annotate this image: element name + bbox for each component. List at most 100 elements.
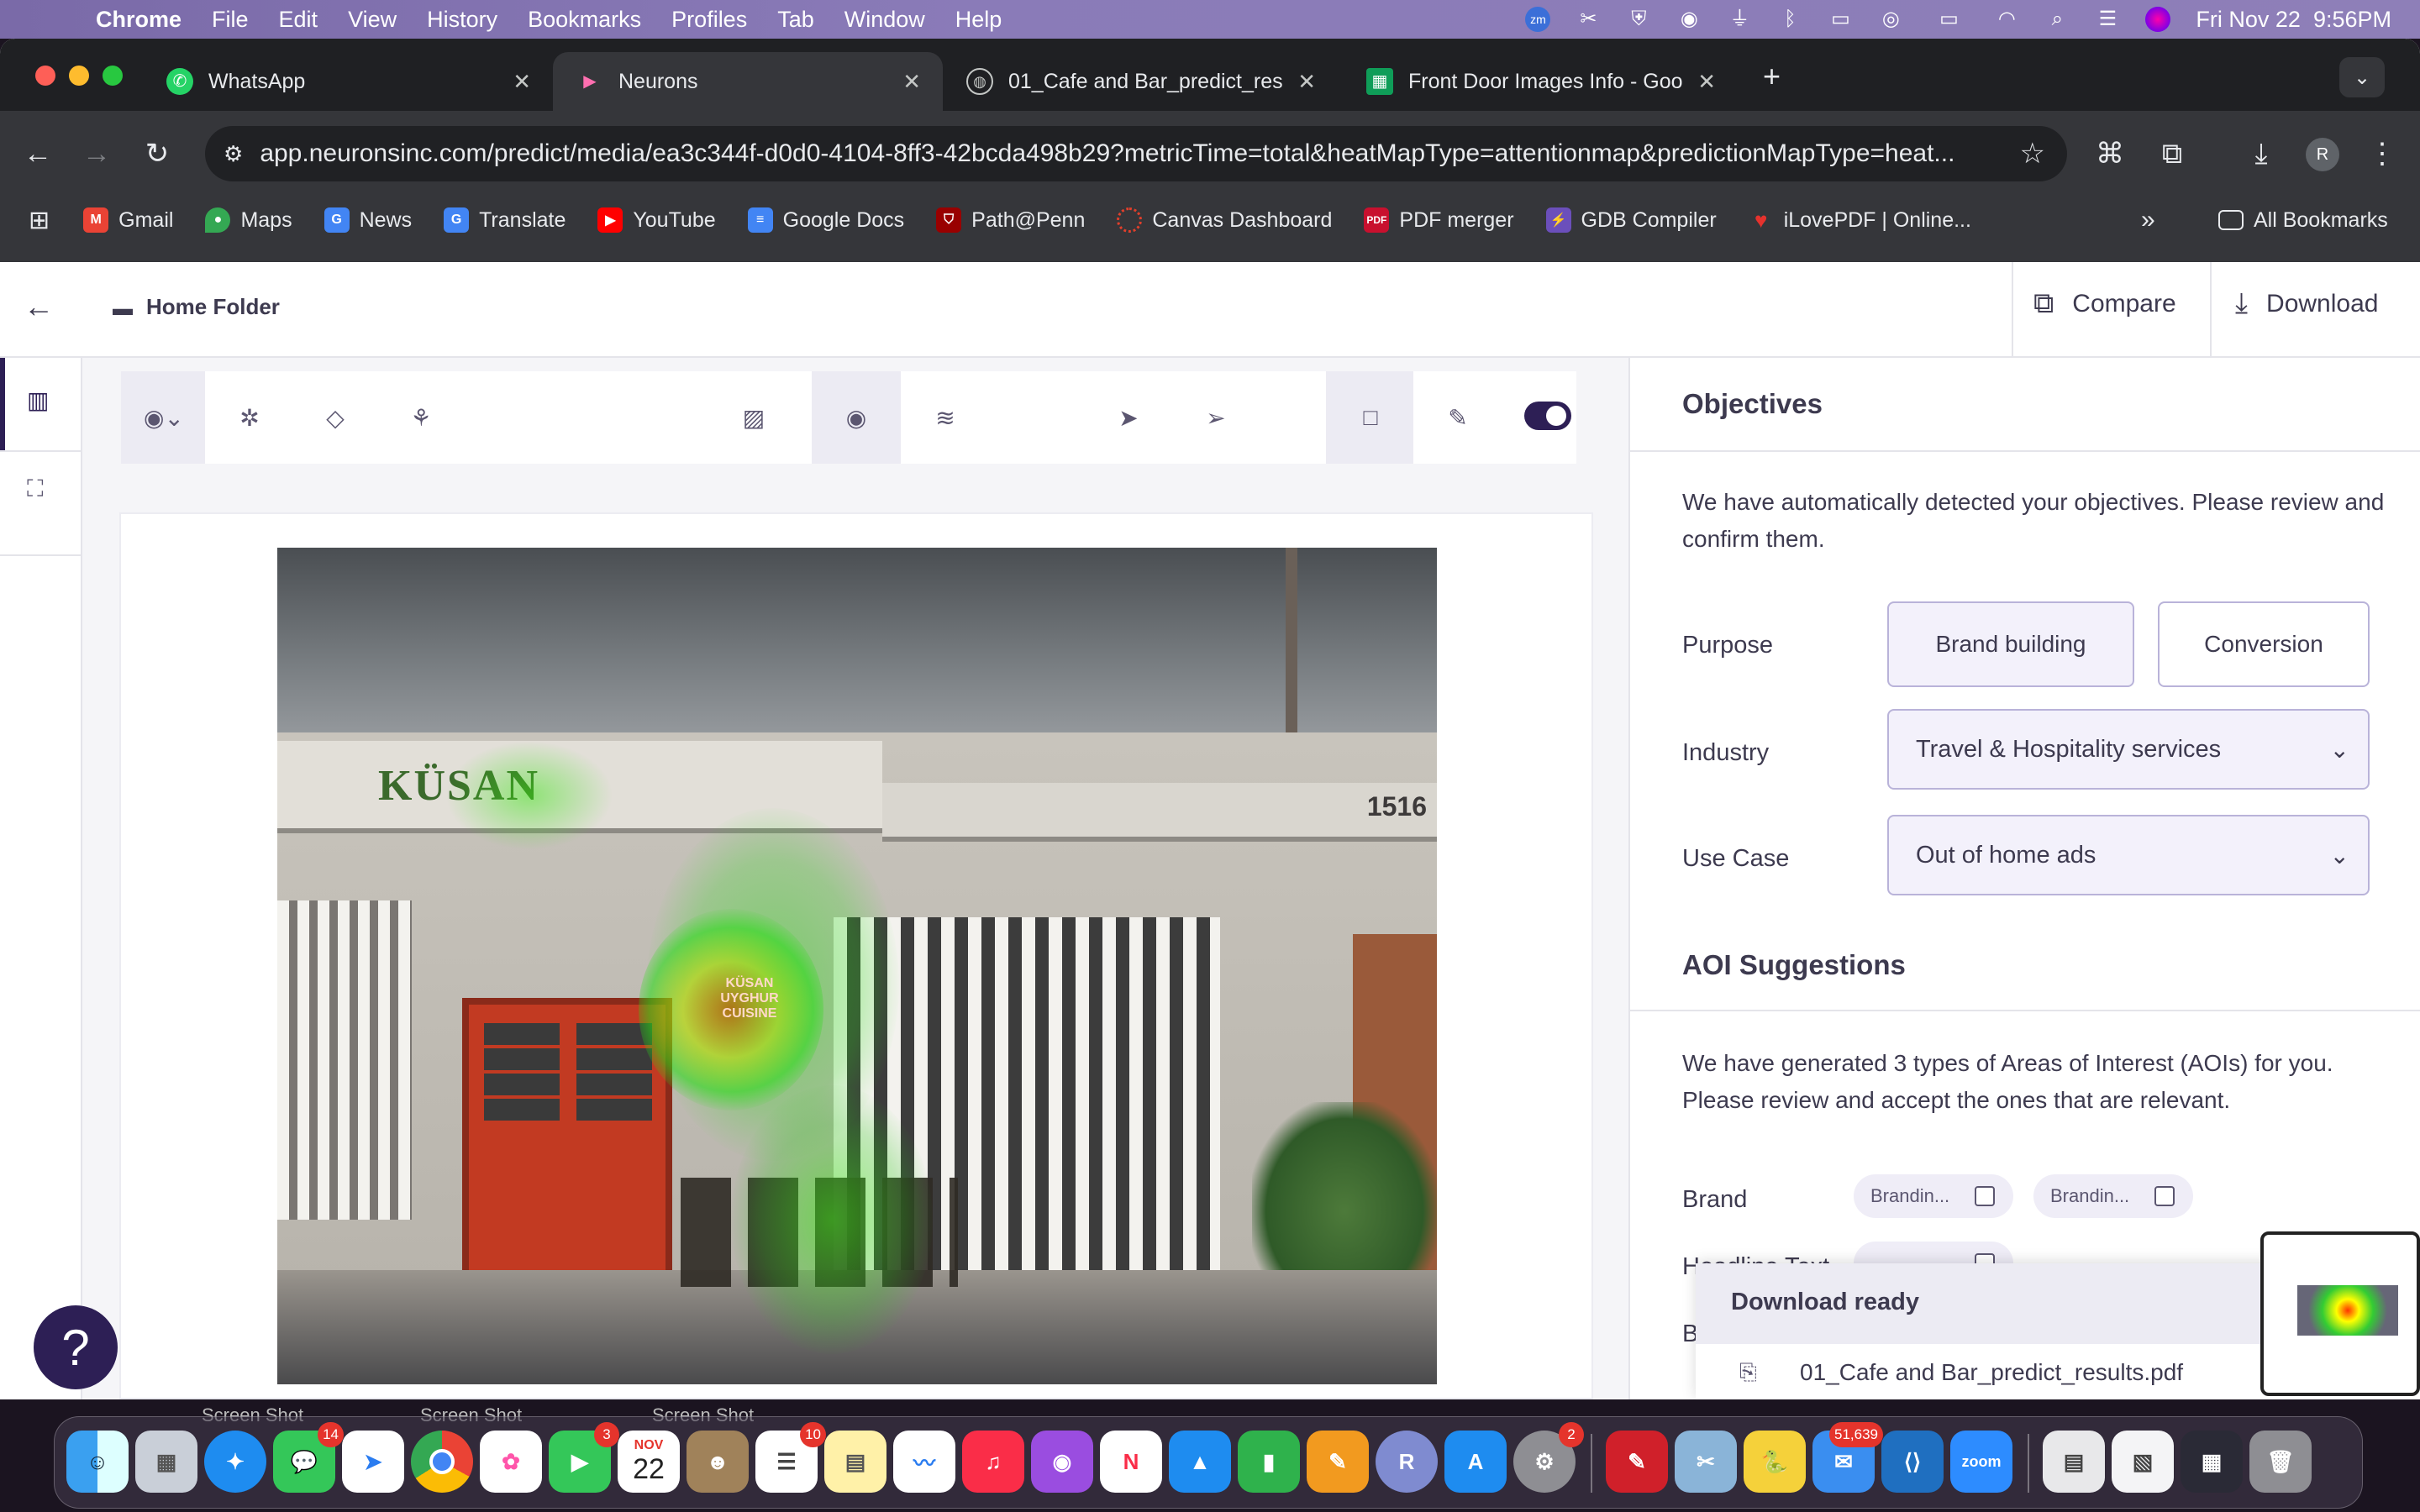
- close-tab-icon[interactable]: ✕: [1291, 68, 1316, 95]
- zoom-window-button[interactable]: [103, 66, 123, 86]
- back-icon[interactable]: ←: [15, 131, 60, 176]
- menu-history[interactable]: History: [427, 7, 497, 33]
- music-icon[interactable]: ♫: [962, 1431, 1024, 1493]
- tab-front-door[interactable]: ▦ Front Door Images Info - Goo ✕: [1343, 52, 1738, 111]
- numbers-icon[interactable]: ▮: [1238, 1431, 1300, 1493]
- recent-document-icon[interactable]: ▧: [2112, 1431, 2174, 1493]
- menubar-clock[interactable]: Fri Nov 22 9:56PM: [2196, 7, 2391, 33]
- rectangle-icon[interactable]: □: [1351, 398, 1390, 437]
- checkbox[interactable]: [1975, 1186, 1995, 1206]
- facetime-icon[interactable]: ▶ 3: [549, 1422, 619, 1493]
- purpose-conversion[interactable]: Conversion: [2158, 601, 2370, 687]
- pen-icon[interactable]: ✎: [1439, 398, 1477, 437]
- bookmark-canvas[interactable]: Canvas Dashboard: [1117, 207, 1332, 233]
- apps-grid-icon[interactable]: ⊞: [29, 206, 50, 235]
- menu-tab[interactable]: Tab: [777, 7, 814, 33]
- breadcrumb[interactable]: Home Folder: [146, 294, 280, 320]
- maps-icon[interactable]: ➤: [342, 1431, 404, 1493]
- shield-status-icon[interactable]: ⛨: [1626, 7, 1651, 32]
- download-file-link[interactable]: 01_Cafe and Bar_predict_results.pdf: [1800, 1359, 2183, 1386]
- close-window-button[interactable]: [35, 66, 55, 86]
- bookmark-youtube[interactable]: ▶ YouTube: [597, 207, 716, 233]
- bookmark-news[interactable]: G News: [324, 207, 412, 233]
- wifi-icon[interactable]: ◠: [1994, 7, 2019, 32]
- menu-app-name[interactable]: Chrome: [96, 7, 182, 33]
- airpods-status-icon[interactable]: ⏚: [1727, 7, 1752, 32]
- industry-select[interactable]: Travel & Hospitality services ⌄: [1887, 709, 2370, 790]
- reload-icon[interactable]: ↻: [134, 131, 180, 176]
- app-store-icon[interactable]: A: [1444, 1431, 1507, 1493]
- analytics-icon[interactable]: ▥: [27, 386, 49, 414]
- chrome-menu-icon[interactable]: ⋮: [2360, 131, 2405, 176]
- bookmark-maps[interactable]: ● Maps: [205, 207, 292, 233]
- brain-icon[interactable]: ✲: [230, 398, 269, 437]
- menu-bookmarks[interactable]: Bookmarks: [528, 7, 641, 33]
- menu-edit[interactable]: Edit: [279, 7, 318, 33]
- messages-icon[interactable]: 💬 14: [273, 1422, 344, 1493]
- bookmark-google-docs[interactable]: ≡ Google Docs: [747, 207, 904, 233]
- finder-icon[interactable]: ☺: [66, 1431, 129, 1493]
- menu-help[interactable]: Help: [955, 7, 1002, 33]
- bookmark-path-penn[interactable]: ⛉ Path@Penn: [936, 207, 1085, 233]
- heatmap-eye-icon[interactable]: ◉: [837, 398, 876, 437]
- bookmark-star-icon[interactable]: ☆: [2020, 137, 2045, 171]
- bookmark-pdf-merger[interactable]: PDF PDF merger: [1364, 207, 1514, 233]
- forward-icon[interactable]: →: [74, 131, 119, 176]
- more-bookmarks-icon[interactable]: »: [2141, 206, 2155, 234]
- address-bar[interactable]: ⚙ app.neuronsinc.com/predict/media/ea3c3…: [205, 126, 2067, 181]
- control-center-icon[interactable]: ☰: [2095, 7, 2120, 32]
- safari-icon[interactable]: ✦: [204, 1431, 266, 1493]
- airdrop-icon[interactable]: ◎: [1878, 7, 1903, 32]
- minimize-window-button[interactable]: [69, 66, 89, 86]
- tab-cafe-results[interactable]: ◍ 01_Cafe and Bar_predict_res ✕: [943, 52, 1338, 111]
- chrome-icon[interactable]: [411, 1431, 473, 1493]
- notes-icon[interactable]: ▤: [824, 1431, 886, 1493]
- mail-icon[interactable]: ✉ 51,639: [1812, 1422, 1883, 1493]
- trash-icon[interactable]: 🗑: [2249, 1431, 2312, 1493]
- use-case-select[interactable]: Out of home ads ⌄: [1887, 815, 2370, 895]
- contacts-icon[interactable]: ☻: [687, 1431, 749, 1493]
- fog-map-icon[interactable]: ≋: [926, 398, 965, 437]
- all-bookmarks[interactable]: All Bookmarks: [2218, 208, 2388, 233]
- profile-avatar[interactable]: R: [2306, 138, 2339, 171]
- reminders-icon[interactable]: ☰ 10: [755, 1422, 826, 1493]
- compare-button[interactable]: ⧉ Compare: [2033, 287, 2176, 320]
- freeform-icon[interactable]: 〰: [893, 1431, 955, 1493]
- recorder-status-icon[interactable]: ◉: [1676, 7, 1702, 32]
- image-icon[interactable]: ▨: [734, 398, 773, 437]
- tab-neurons[interactable]: ▶ Neurons ✕: [553, 52, 943, 111]
- site-settings-icon[interactable]: ⚙: [224, 141, 243, 167]
- crop-icon[interactable]: ⛶: [27, 475, 44, 503]
- calendar-icon[interactable]: NOV 22: [618, 1431, 680, 1493]
- python-icon[interactable]: 🐍: [1744, 1431, 1806, 1493]
- display-icon[interactable]: ▭: [1828, 7, 1853, 32]
- eye-dropdown-icon[interactable]: ◉⌄: [144, 398, 184, 437]
- news-icon[interactable]: N: [1100, 1431, 1162, 1493]
- help-button[interactable]: ?: [34, 1305, 118, 1389]
- extensions-icon[interactable]: ⧉: [2149, 131, 2195, 176]
- recent-document-icon[interactable]: ▤: [2043, 1431, 2105, 1493]
- photos-icon[interactable]: ✿: [480, 1431, 542, 1493]
- bookmark-gmail[interactable]: M Gmail: [83, 207, 173, 233]
- close-tab-icon[interactable]: ✕: [902, 69, 921, 95]
- close-tab-icon[interactable]: ✕: [1691, 68, 1716, 95]
- storefront-image[interactable]: KÜSAN 1516 KÜSAN: [277, 548, 1437, 1384]
- zoom-status-icon[interactable]: zm: [1525, 7, 1551, 32]
- menu-view[interactable]: View: [348, 7, 397, 33]
- siri-icon[interactable]: [2145, 7, 2171, 32]
- apple-icon[interactable]: [32, 7, 57, 32]
- tab-whatsapp[interactable]: ✆ WhatsApp ✕: [143, 52, 553, 111]
- overlay-toggle[interactable]: [1524, 402, 1571, 430]
- downloads-icon[interactable]: ⤓: [2238, 131, 2284, 176]
- menu-file[interactable]: File: [212, 7, 249, 33]
- podcasts-icon[interactable]: ◉: [1031, 1431, 1093, 1493]
- scissors-status-icon[interactable]: ✂: [1576, 7, 1601, 32]
- pages-icon[interactable]: ✎: [1307, 1431, 1369, 1493]
- bookmark-ilovepdf[interactable]: ♥ iLovePDF | Online...: [1749, 207, 1971, 233]
- tab-search-button[interactable]: ⌄: [2339, 57, 2385, 97]
- launchpad-icon[interactable]: ▦: [135, 1431, 197, 1493]
- url-text[interactable]: app.neuronsinc.com/predict/media/ea3c344…: [260, 139, 1974, 168]
- vscode-icon[interactable]: ⟨⟩: [1881, 1431, 1944, 1493]
- download-button[interactable]: ⤓ Download: [2235, 287, 2378, 320]
- brand-chip-2[interactable]: Brandin...: [2033, 1174, 2193, 1218]
